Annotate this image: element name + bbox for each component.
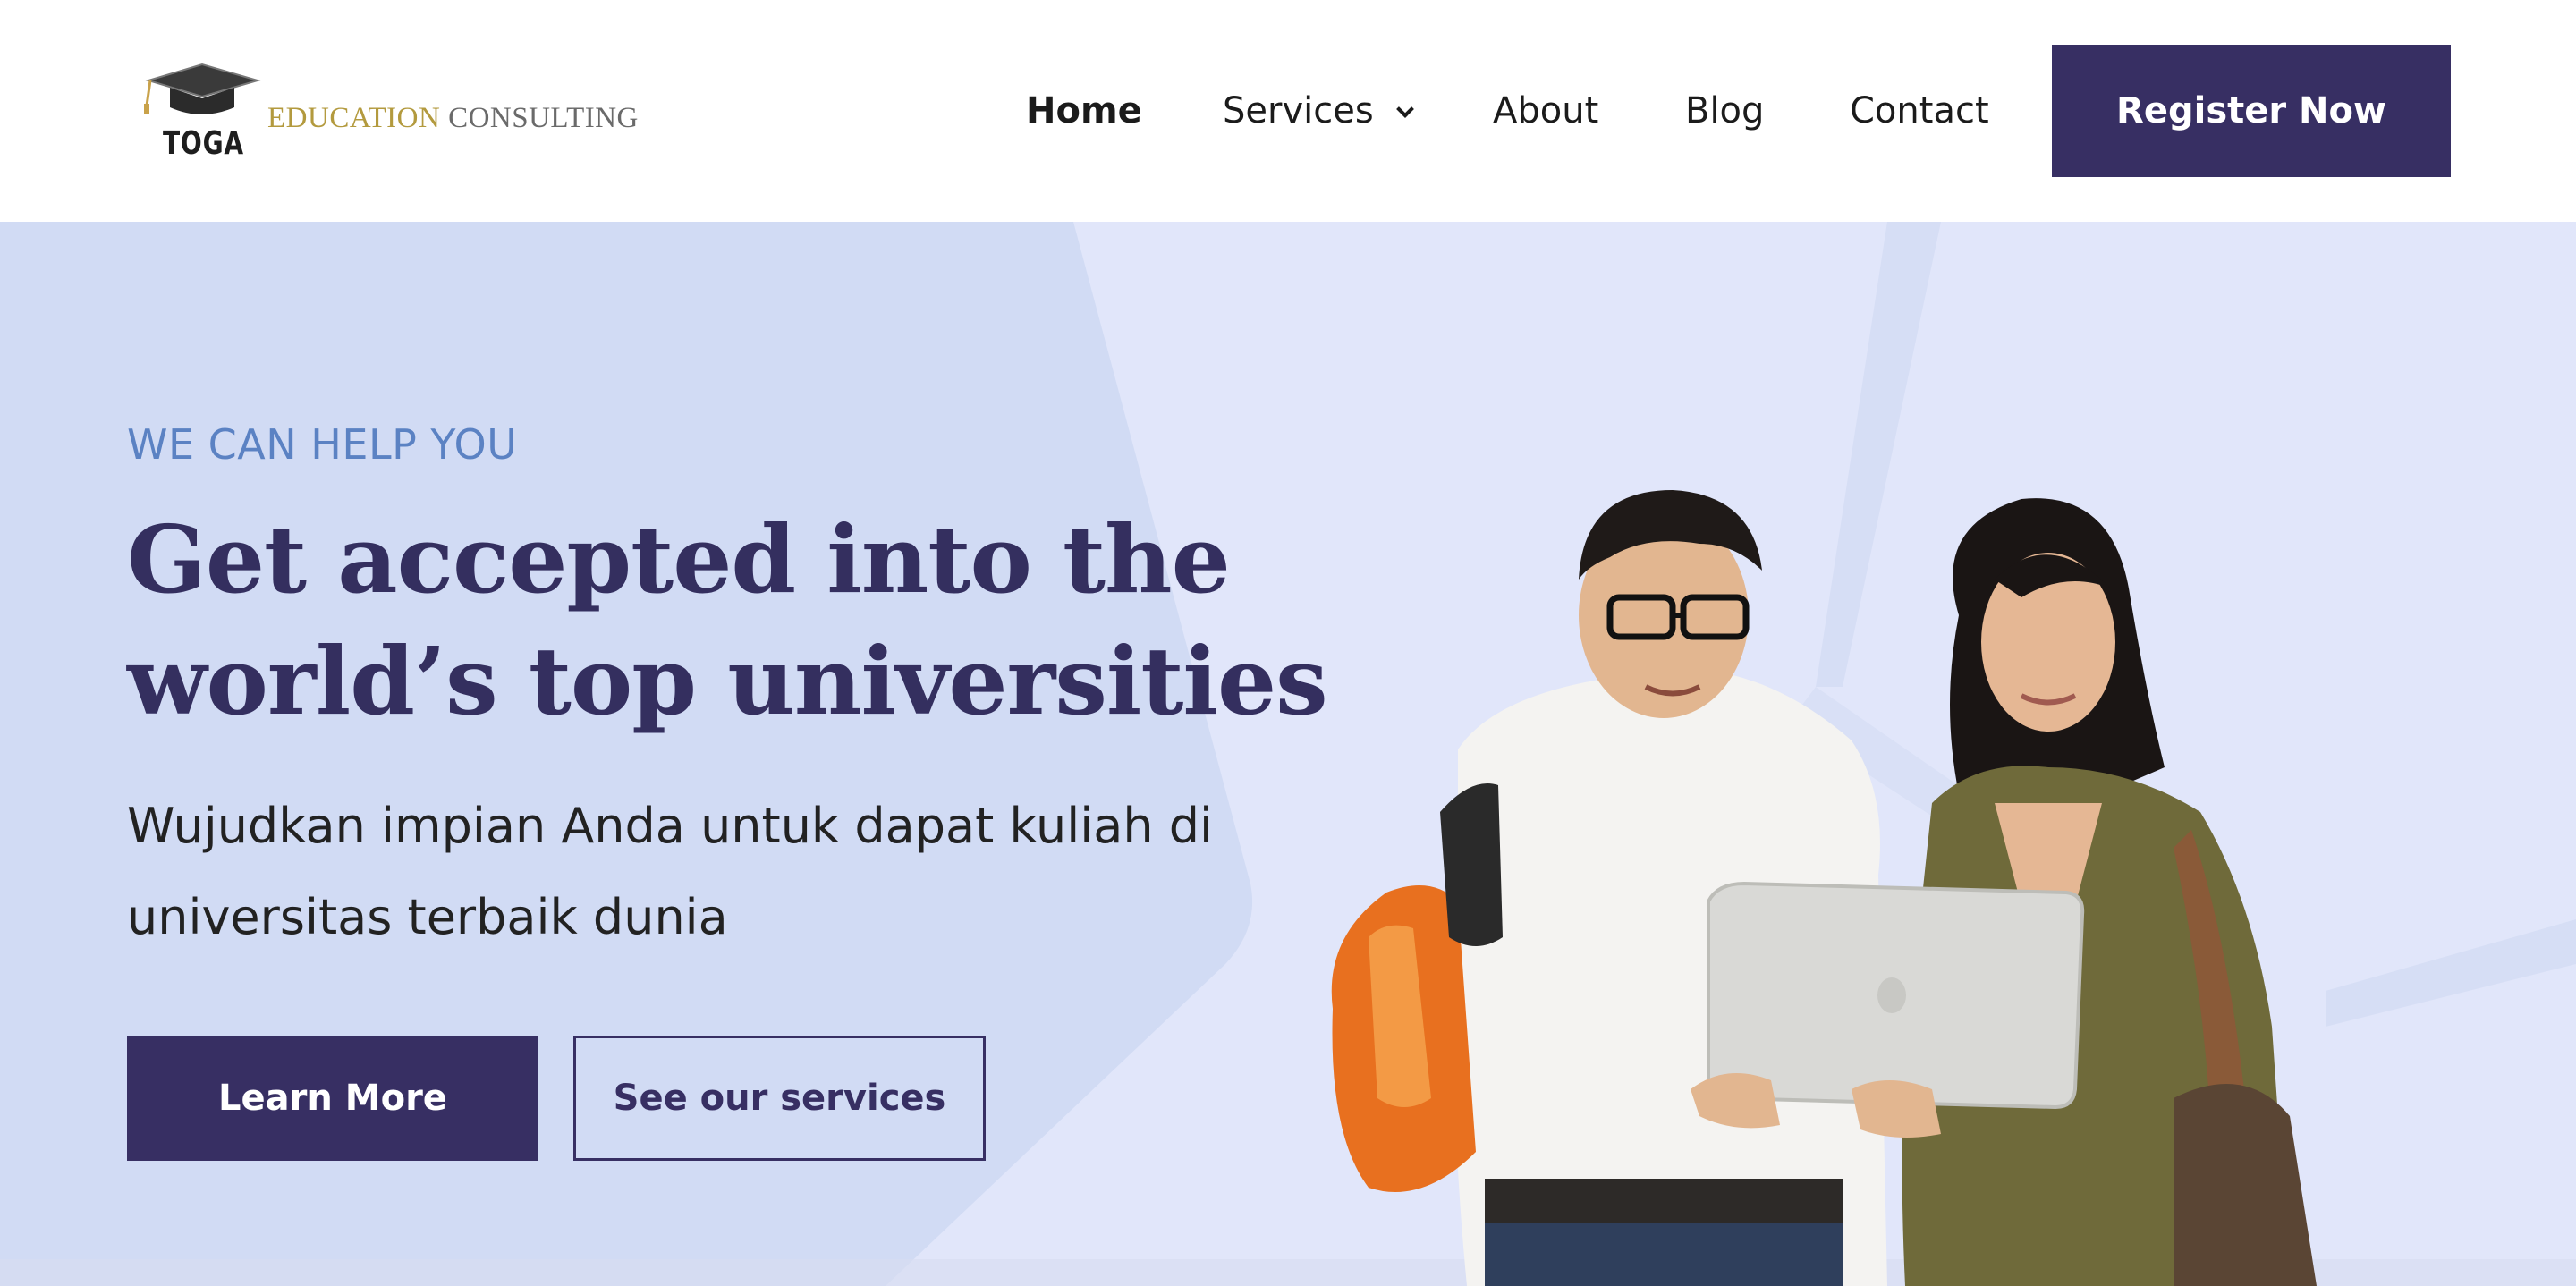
hero-section: WE CAN HELP YOU Get accepted into the wo… [0, 222, 2576, 1286]
hero-eyebrow: WE CAN HELP YOU [127, 420, 518, 469]
site-header: TOGA EDUCATION CONSULTING Home Services … [0, 0, 2576, 222]
nav-services-label: Services [1223, 90, 1374, 131]
hero-subtext-line2: universitas terbaik dunia [127, 889, 728, 945]
nav-blog[interactable]: Blog [1685, 86, 1764, 136]
logo[interactable]: TOGA EDUCATION CONSULTING [140, 61, 676, 162]
laptop [1690, 881, 2085, 1138]
graduation-cap-icon [144, 63, 261, 114]
hero-headline-line2: world’s top universities [127, 626, 1328, 736]
hero-subtext-line1: Wujudkan impian Anda untuk dapat kuliah … [127, 798, 1214, 854]
hero-subtext: Wujudkan impian Anda untuk dapat kuliah … [127, 781, 1218, 963]
nav-home[interactable]: Home [1026, 86, 1142, 136]
register-now-button[interactable]: Register Now [2052, 45, 2451, 177]
learn-more-button[interactable]: Learn More [127, 1036, 538, 1161]
logo-wordmark: EDUCATION CONSULTING [267, 102, 639, 135]
logo-mark-text: TOGA [163, 125, 244, 162]
logo-wordmark-part1: EDUCATION [267, 102, 441, 134]
nav-about[interactable]: About [1493, 86, 1598, 136]
chevron-down-icon [1395, 100, 1414, 118]
nav-services[interactable]: Services [1223, 86, 1414, 136]
see-our-services-button[interactable]: See our services [573, 1036, 986, 1161]
hero-headline: Get accepted into the world’s top univer… [127, 499, 1328, 742]
logo-wordmark-part2: CONSULTING [448, 102, 639, 134]
hero-headline-line1: Get accepted into the [127, 504, 1231, 614]
nav-contact[interactable]: Contact [1850, 86, 1989, 136]
students-with-laptop-photo [1331, 490, 2317, 1286]
